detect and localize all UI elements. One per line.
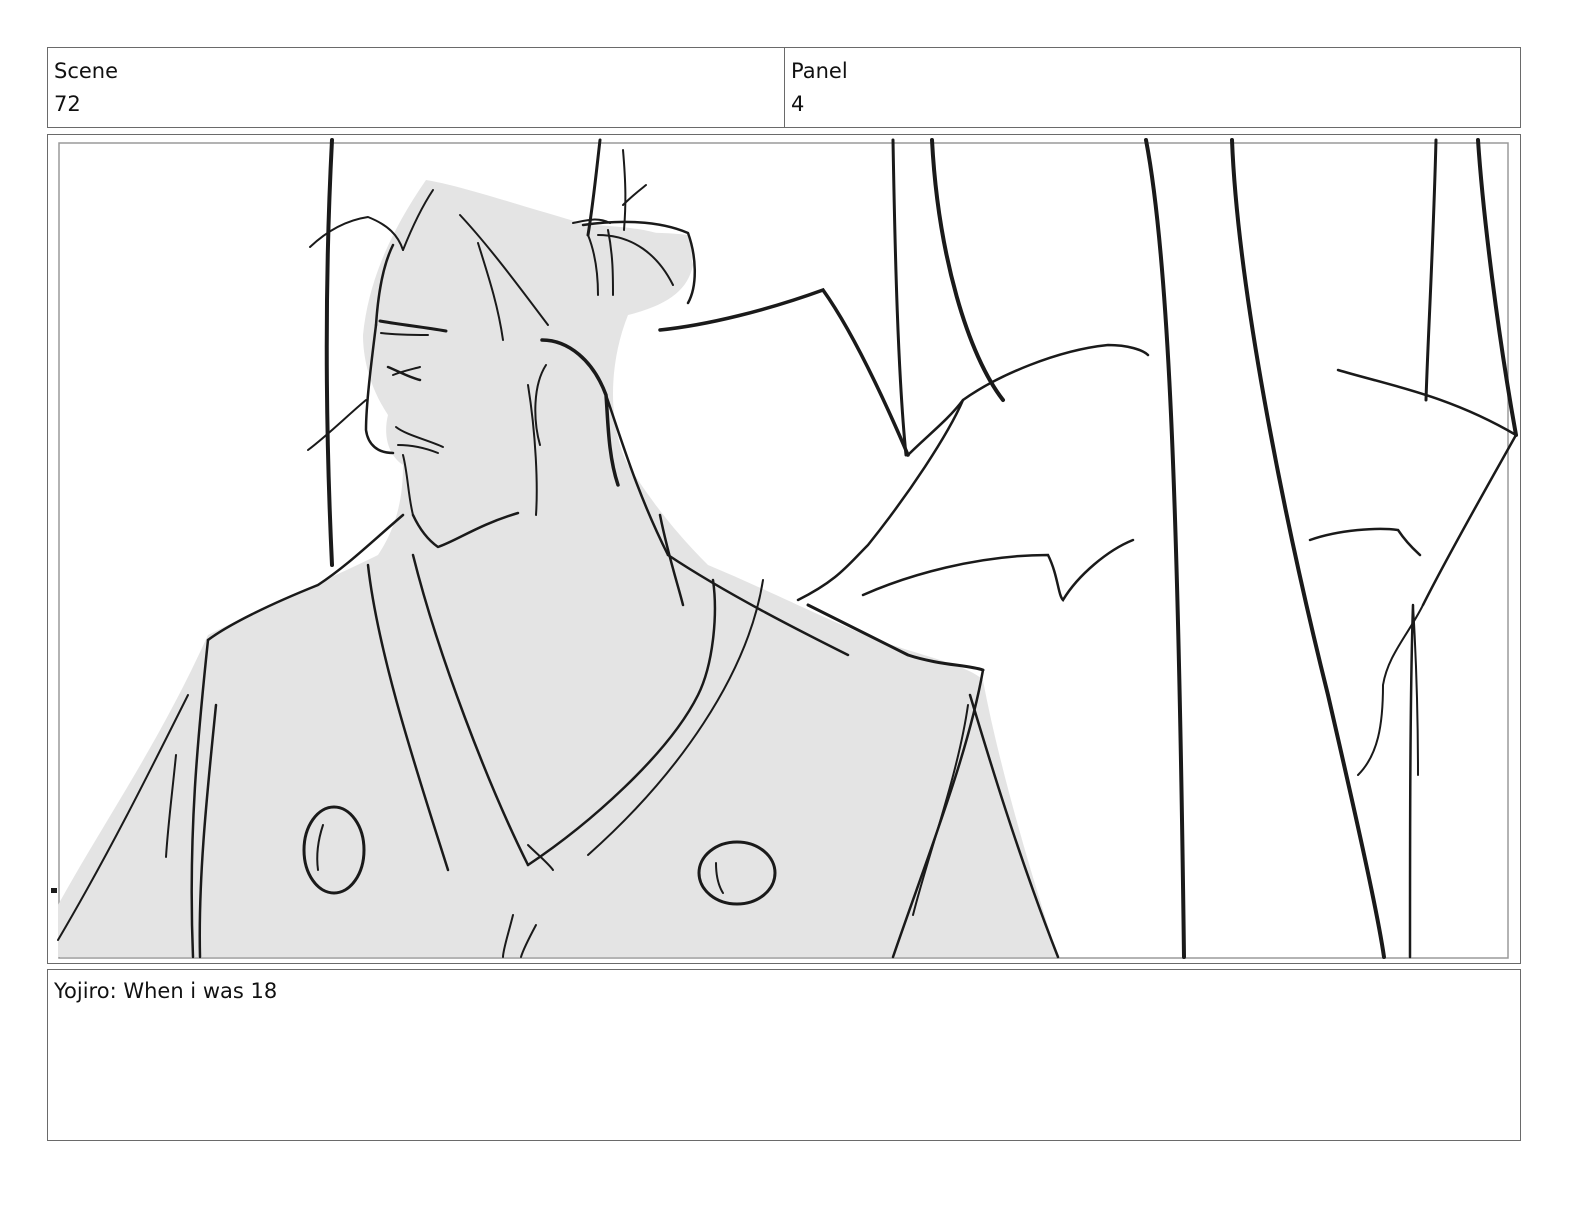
- storyboard-header: Scene 72 Panel 4: [47, 47, 1521, 128]
- storyboard-frame: [47, 134, 1521, 964]
- edge-mark: [51, 888, 57, 893]
- panel-cell: Panel 4: [785, 48, 1520, 127]
- dialogue-text: Yojiro: When i was 18: [54, 979, 278, 1003]
- panel-label: Panel: [791, 59, 848, 83]
- storyboard-sketch: [51, 138, 1518, 959]
- dialogue-caption: Yojiro: When i was 18: [47, 969, 1521, 1141]
- scene-cell: Scene 72: [48, 48, 785, 127]
- scene-number: 72: [54, 92, 81, 116]
- panel-number: 4: [791, 92, 805, 116]
- scene-label: Scene: [54, 59, 119, 83]
